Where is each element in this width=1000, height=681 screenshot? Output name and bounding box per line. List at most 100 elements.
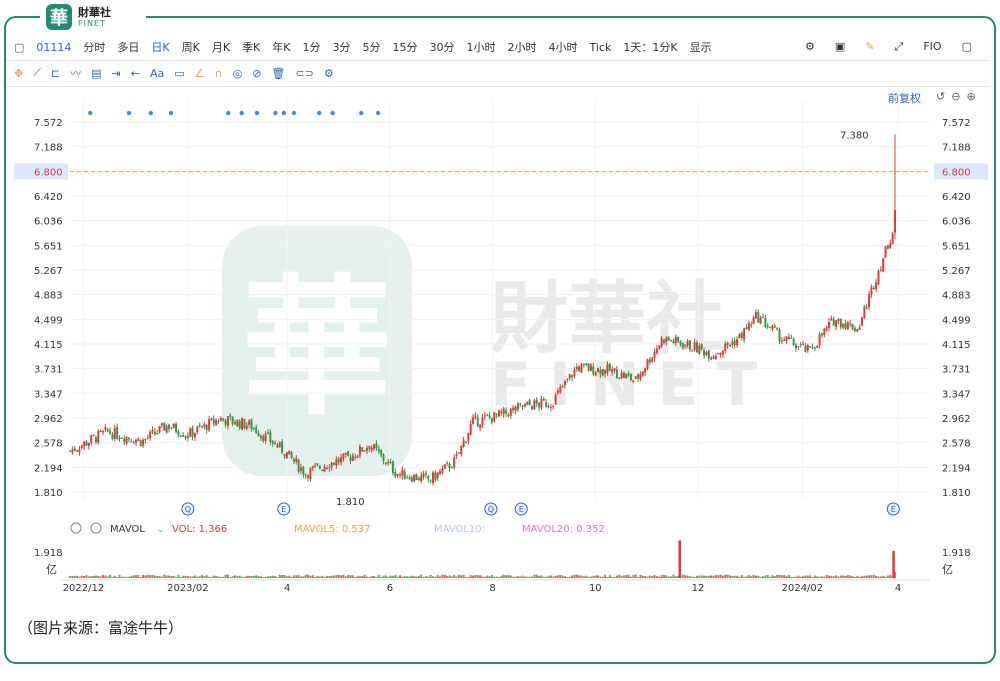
volume-bar: [882, 575, 885, 578]
volume-bar: [97, 575, 100, 578]
candle-body: [406, 477, 409, 479]
x-tick-label: 6: [387, 583, 393, 594]
volume-bar: [703, 575, 706, 578]
vol-settings-icon[interactable]: [70, 522, 82, 534]
volume-bar: [540, 575, 543, 578]
candle-body: [599, 369, 602, 375]
candle-body: [87, 442, 90, 446]
y-tick-label: 4.499: [34, 315, 63, 326]
volume-bar: [85, 575, 88, 578]
volume-bar: [276, 577, 279, 578]
candle-body: [182, 435, 185, 437]
candle-body: [288, 450, 291, 455]
candle-body: [316, 463, 319, 465]
volume-bar: [601, 576, 604, 578]
chevron-down-icon[interactable]: ⌄: [157, 525, 165, 535]
volume-bar: [648, 575, 651, 578]
candle-body: [290, 452, 293, 458]
volume-bar: [191, 576, 194, 578]
volume-bar: [71, 576, 74, 578]
candle-body: [205, 425, 208, 431]
volume-bar: [90, 576, 93, 578]
candle-body: [69, 450, 71, 452]
candle-body: [446, 462, 449, 464]
candle-body: [665, 337, 668, 342]
candle-body: [78, 449, 81, 453]
volume-bar: [434, 576, 437, 578]
volume-bar: [688, 576, 691, 578]
event-dot: [239, 110, 244, 116]
candle-body: [677, 336, 680, 342]
candle-body: [514, 406, 517, 411]
volume-bar: [295, 575, 298, 578]
candle-body: [467, 433, 470, 441]
candle-body: [311, 466, 314, 469]
volume-bar: [762, 576, 764, 578]
candle-body: [375, 443, 378, 449]
candle-body: [179, 435, 182, 437]
volume-bar: [439, 576, 442, 578]
volume-bar: [104, 575, 107, 578]
candle-body: [752, 317, 755, 325]
volume-bar: [839, 575, 842, 578]
candle-body: [175, 423, 178, 433]
candle-body: [354, 456, 357, 458]
y-axis-left: 7.572 7.188 6.800 6.420 6.036 5.651 5.267 4.883…: [14, 118, 68, 499]
candle-body: [208, 419, 211, 431]
candle-body: [281, 441, 284, 453]
y-tick-label: 4.499: [942, 315, 971, 326]
volume-bar: [113, 575, 116, 578]
candle-body: [83, 441, 86, 447]
candle-body: [391, 461, 394, 474]
candle-body: [139, 440, 142, 446]
volume-bar: [811, 576, 814, 578]
candle-body: [578, 366, 581, 372]
candle-body: [500, 411, 503, 413]
volume-bar: [842, 575, 845, 578]
volume-bar: [457, 574, 460, 578]
event-markers[interactable]: QEQEE: [181, 502, 900, 516]
volume-bar: [717, 575, 720, 578]
volume-bar: [651, 575, 654, 578]
candle-body: [443, 464, 446, 469]
volume-bar: [401, 576, 404, 578]
candle-body: [373, 444, 376, 449]
event-marker-label: E: [519, 505, 524, 514]
vol-indicator-name[interactable]: MAVOL: [110, 524, 145, 535]
candle-body: [271, 440, 274, 444]
candle-body: [168, 424, 170, 429]
candle-body: [236, 420, 239, 427]
volume-bar: [469, 575, 472, 578]
candle-body: [787, 336, 790, 340]
volume-bar: [549, 575, 552, 578]
vol-close-icon[interactable]: [90, 522, 102, 534]
candle-body: [238, 421, 241, 429]
candle-body: [684, 344, 687, 346]
candle-body: [415, 474, 418, 480]
volume-bar: [790, 576, 793, 578]
volume-bar: [771, 575, 774, 578]
candle-body: [300, 467, 302, 471]
candle-body: [679, 341, 682, 345]
volume-bar: [165, 575, 168, 578]
candle-body: [564, 380, 566, 386]
kline-chart[interactable]: 華 財華社 FINET 7.5727.1886.8006.4206.0365.6…: [0, 0, 1000, 681]
volume-bar: [476, 575, 479, 578]
volume-bar: [637, 577, 640, 578]
volume-bar: [450, 576, 453, 578]
volume-bar: [853, 576, 856, 578]
volume-bar: [307, 574, 310, 578]
volume-bar: [721, 575, 724, 578]
candle-body: [132, 442, 135, 444]
candle-body: [413, 474, 416, 482]
volume-bar: [865, 575, 868, 578]
volume-bar: [224, 574, 227, 578]
volume-bar: [481, 576, 484, 578]
volume-bar: [773, 576, 776, 578]
candle-body: [276, 444, 279, 448]
candle-body: [297, 459, 300, 472]
volume-bar: [868, 575, 871, 578]
volume-bar: [620, 576, 623, 578]
volume-bar: [856, 575, 859, 578]
candle-body: [399, 474, 401, 476]
